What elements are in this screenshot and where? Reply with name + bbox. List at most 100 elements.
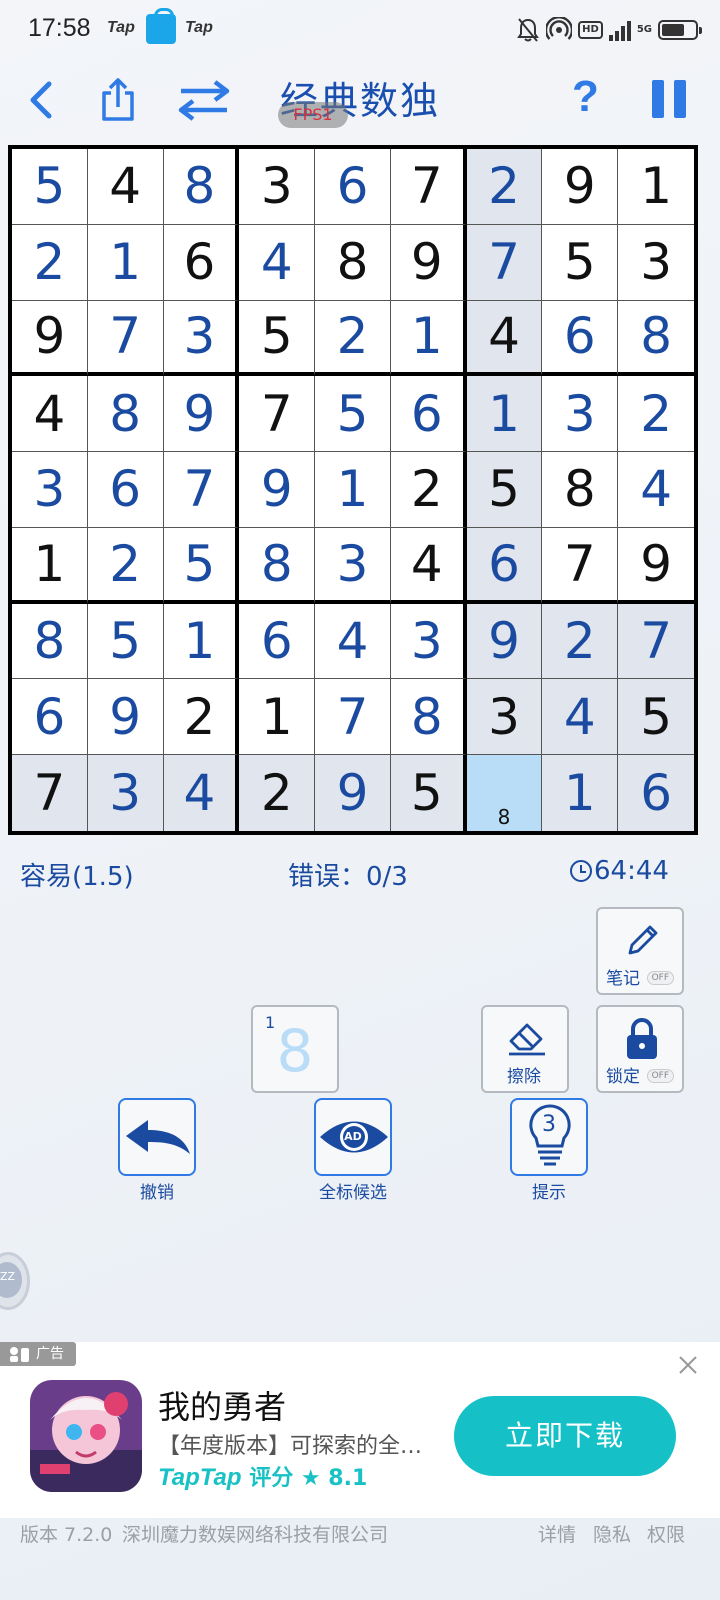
sudoku-cell-r5c8[interactable]: 8 <box>542 452 619 528</box>
sudoku-board: 5483672912164897539735214684897561323679… <box>8 145 698 835</box>
sudoku-cell-r2c9[interactable]: 3 <box>618 225 694 301</box>
pause-button[interactable] <box>652 80 686 118</box>
sudoku-cell-r1c1[interactable]: 5 <box>12 149 88 225</box>
sudoku-cell-r5c2[interactable]: 6 <box>87 452 164 528</box>
sudoku-cell-r5c1[interactable]: 3 <box>12 452 88 528</box>
sudoku-cell-r1c6[interactable]: 7 <box>390 149 467 225</box>
sudoku-cell-r9c2[interactable]: 3 <box>87 755 164 831</box>
sudoku-cell-r5c3[interactable]: 7 <box>163 452 240 528</box>
sudoku-cell-r4c3[interactable]: 9 <box>163 376 240 453</box>
sudoku-cell-r5c7[interactable]: 5 <box>466 452 543 528</box>
lock-toggle-button[interactable]: 锁定 OFF <box>596 1005 684 1093</box>
ad-close-button[interactable] <box>678 1348 698 1383</box>
sudoku-cell-r8c4[interactable]: 1 <box>239 679 316 756</box>
sudoku-cell-r3c5[interactable]: 2 <box>315 300 391 377</box>
sudoku-cell-r8c2[interactable]: 9 <box>87 679 164 756</box>
sudoku-cell-r9c4[interactable]: 2 <box>239 755 316 831</box>
sudoku-cell-r7c1[interactable]: 8 <box>12 603 88 680</box>
sudoku-cell-r8c9[interactable]: 5 <box>618 679 694 756</box>
sudoku-cell-r3c8[interactable]: 6 <box>542 300 619 377</box>
sudoku-cell-r5c6[interactable]: 2 <box>390 452 467 528</box>
company-label: 深圳魔力数娱网络科技有限公司 <box>122 1524 389 1546</box>
sudoku-cell-r4c2[interactable]: 8 <box>87 376 164 453</box>
sudoku-cell-r2c2[interactable]: 1 <box>87 224 164 301</box>
sudoku-cell-r1c9[interactable]: 1 <box>618 149 694 225</box>
sudoku-cell-r9c5[interactable]: 9 <box>315 755 391 831</box>
sudoku-cell-r8c7[interactable]: 3 <box>466 679 543 756</box>
help-button[interactable]: ? <box>572 72 599 122</box>
sudoku-cell-r4c4[interactable]: 7 <box>239 376 316 453</box>
app-icon[interactable] <box>30 1380 142 1492</box>
sudoku-cell-r2c5[interactable]: 8 <box>315 224 391 301</box>
sudoku-cell-r9c9[interactable]: 6 <box>618 755 694 831</box>
sudoku-cell-r9c7[interactable]: 8 <box>466 755 543 831</box>
sudoku-cell-r5c4[interactable]: 9 <box>239 452 316 528</box>
sudoku-cell-r9c8[interactable]: 1 <box>542 755 619 831</box>
sudoku-cell-r7c5[interactable]: 4 <box>315 603 391 680</box>
sudoku-cell-r5c9[interactable]: 4 <box>618 452 694 528</box>
undo-button[interactable] <box>118 1098 196 1176</box>
download-button[interactable]: 立即下载 <box>454 1396 676 1476</box>
sudoku-cell-r6c8[interactable]: 7 <box>542 527 619 604</box>
sudoku-cell-r4c1[interactable]: 4 <box>12 376 88 453</box>
sudoku-cell-r4c8[interactable]: 3 <box>542 376 619 453</box>
notes-toggle-button[interactable]: 笔记 OFF <box>596 907 684 995</box>
sudoku-cell-r3c6[interactable]: 1 <box>390 300 467 377</box>
sudoku-cell-r8c5[interactable]: 7 <box>315 679 391 756</box>
sudoku-cell-r3c3[interactable]: 3 <box>163 300 240 377</box>
sudoku-cell-r5c5[interactable]: 1 <box>315 452 391 528</box>
sudoku-cell-r6c3[interactable]: 5 <box>163 527 240 604</box>
privacy-link[interactable]: 隐私 <box>593 1520 631 1547</box>
sudoku-cell-r1c3[interactable]: 8 <box>163 149 240 225</box>
sudoku-cell-r1c8[interactable]: 9 <box>542 149 619 225</box>
sudoku-cell-r7c6[interactable]: 3 <box>390 603 467 680</box>
sudoku-cell-r8c8[interactable]: 4 <box>542 679 619 756</box>
number-entry-button[interactable]: 1 8 <box>251 1005 339 1093</box>
sudoku-cell-r1c2[interactable]: 4 <box>87 149 164 225</box>
sudoku-cell-r6c5[interactable]: 3 <box>315 527 391 604</box>
sudoku-cell-r1c7[interactable]: 2 <box>466 149 543 225</box>
sudoku-cell-r7c2[interactable]: 5 <box>87 603 164 680</box>
sudoku-cell-r1c5[interactable]: 6 <box>315 149 391 225</box>
sudoku-cell-r2c8[interactable]: 5 <box>542 224 619 301</box>
floating-assistant-button[interactable]: ZZ <box>0 1252 30 1310</box>
sudoku-cell-r3c4[interactable]: 5 <box>239 300 316 377</box>
sudoku-cell-r8c6[interactable]: 8 <box>390 679 467 756</box>
sudoku-cell-r4c5[interactable]: 5 <box>315 376 391 453</box>
erase-button[interactable]: 擦除 <box>481 1005 569 1093</box>
sudoku-cell-r1c4[interactable]: 3 <box>239 149 316 225</box>
sudoku-cell-r9c1[interactable]: 7 <box>12 755 88 831</box>
permissions-link[interactable]: 权限 <box>647 1520 685 1547</box>
sudoku-cell-r2c6[interactable]: 9 <box>390 224 467 301</box>
sudoku-cell-r6c2[interactable]: 2 <box>87 527 164 604</box>
sudoku-cell-r3c7[interactable]: 4 <box>466 300 543 377</box>
sudoku-cell-r8c3[interactable]: 2 <box>163 679 240 756</box>
sudoku-cell-r2c4[interactable]: 4 <box>239 224 316 301</box>
sudoku-cell-r9c3[interactable]: 4 <box>163 755 240 831</box>
sudoku-cell-r2c1[interactable]: 2 <box>12 224 88 301</box>
sudoku-cell-r2c3[interactable]: 6 <box>163 224 240 301</box>
sudoku-cell-r6c7[interactable]: 6 <box>466 527 543 604</box>
hint-button[interactable]: 3 <box>510 1098 588 1176</box>
details-link[interactable]: 详情 <box>538 1520 576 1547</box>
sudoku-cell-r8c1[interactable]: 6 <box>12 679 88 756</box>
sudoku-cell-r3c9[interactable]: 8 <box>618 301 694 377</box>
sudoku-cell-r4c6[interactable]: 6 <box>390 376 467 453</box>
sudoku-cell-r7c8[interactable]: 2 <box>542 603 619 680</box>
sudoku-cell-r6c6[interactable]: 4 <box>390 527 467 604</box>
sudoku-cell-r6c1[interactable]: 1 <box>12 527 88 604</box>
ad-badge: AD <box>344 1130 362 1143</box>
sudoku-cell-r4c9[interactable]: 2 <box>618 376 694 453</box>
sudoku-cell-r3c1[interactable]: 9 <box>12 300 88 377</box>
sudoku-cell-r7c4[interactable]: 6 <box>239 603 316 680</box>
sudoku-cell-r3c2[interactable]: 7 <box>87 300 164 377</box>
sudoku-cell-r7c7[interactable]: 9 <box>466 603 543 680</box>
mark-all-candidates-button[interactable]: AD <box>314 1098 392 1176</box>
sudoku-cell-r7c3[interactable]: 1 <box>163 603 240 680</box>
sudoku-cell-r6c4[interactable]: 8 <box>239 527 316 604</box>
sudoku-cell-r2c7[interactable]: 7 <box>466 224 543 301</box>
sudoku-cell-r7c9[interactable]: 7 <box>618 603 694 680</box>
sudoku-cell-r6c9[interactable]: 9 <box>618 528 694 604</box>
sudoku-cell-r9c6[interactable]: 5 <box>390 755 467 831</box>
sudoku-cell-r4c7[interactable]: 1 <box>466 376 543 453</box>
